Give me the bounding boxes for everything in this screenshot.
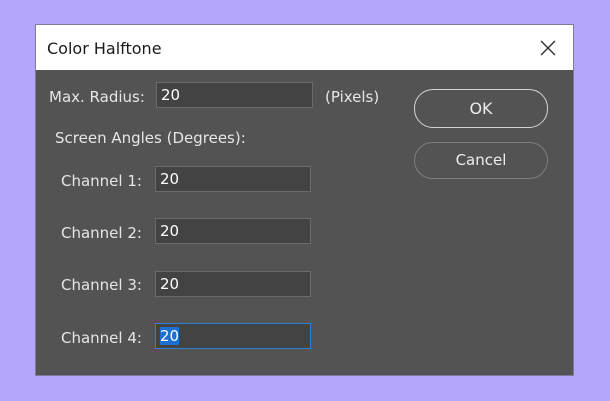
max-radius-unit: (Pixels) (325, 88, 380, 106)
channel-3-input[interactable]: 20 (155, 271, 311, 297)
close-button[interactable] (533, 35, 563, 61)
max-radius-input[interactable]: 20 (156, 82, 313, 108)
close-icon (540, 40, 556, 56)
channel-4-value: 20 (160, 327, 180, 345)
channel-3-value: 20 (160, 275, 180, 293)
channel-3-label: Channel 3: (61, 276, 142, 294)
channel-1-input[interactable]: 20 (155, 166, 311, 192)
dialog-titlebar: Color Halftone (36, 25, 573, 70)
cancel-button[interactable]: Cancel (414, 142, 548, 179)
channel-2-input[interactable]: 20 (155, 218, 311, 244)
dialog-title: Color Halftone (47, 39, 162, 58)
max-radius-value: 20 (161, 86, 181, 104)
color-halftone-dialog: Color Halftone Max. Radius: 20 (Pixels) … (35, 24, 574, 376)
channel-1-value: 20 (160, 170, 180, 188)
channel-1-label: Channel 1: (61, 172, 142, 190)
max-radius-label: Max. Radius: (49, 88, 145, 106)
ok-button[interactable]: OK (414, 89, 548, 128)
channel-2-label: Channel 2: (61, 224, 142, 242)
channel-2-value: 20 (160, 222, 180, 240)
channel-4-input[interactable]: 20 (155, 323, 311, 349)
channel-4-label: Channel 4: (61, 329, 142, 347)
screen-angles-heading: Screen Angles (Degrees): (55, 129, 246, 147)
